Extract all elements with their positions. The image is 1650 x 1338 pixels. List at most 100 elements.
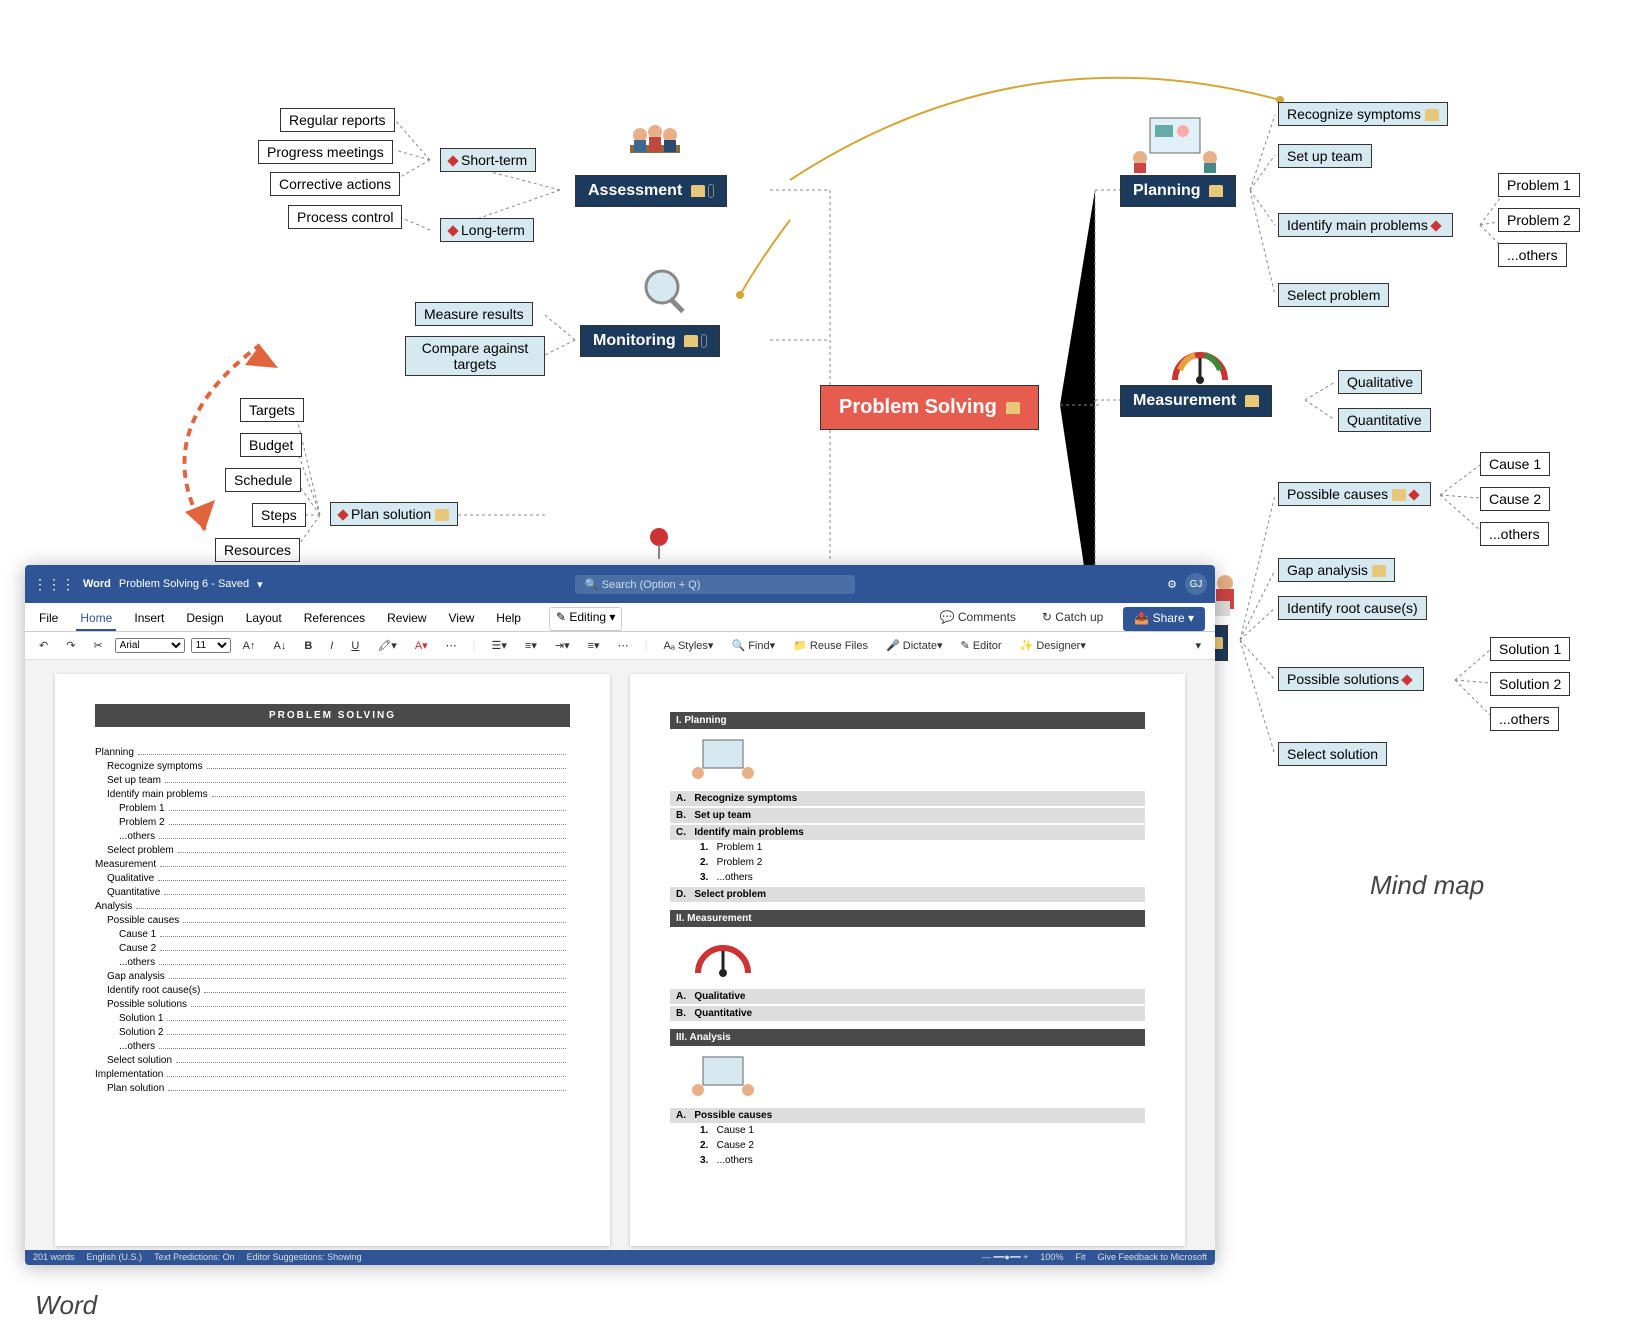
budget-node[interactable]: Budget [240,433,302,457]
increase-font[interactable]: A↑ [237,637,262,655]
more-button[interactable]: ⋯ [440,636,463,655]
solution-others-node[interactable]: ...others [1490,707,1559,731]
select-problem-node[interactable]: Select problem [1278,283,1389,307]
status-bar: 201 words English (U.S.) Text Prediction… [25,1250,1215,1265]
avatar[interactable]: GJ [1185,573,1207,595]
gauge-icon [1165,340,1225,375]
editor-button[interactable]: ✎ Editor [955,636,1008,655]
settings-icon[interactable]: ⚙ [1167,578,1177,591]
page-1: PROBLEM SOLVING PlanningRecognize sympto… [55,674,610,1246]
long-term-node[interactable]: Long-term [440,218,534,242]
problem-others-node[interactable]: ...others [1498,243,1567,267]
paintbrush-button[interactable]: ✂ [87,636,108,655]
underline-button[interactable]: U [345,637,365,655]
cause2-node[interactable]: Cause 2 [1480,487,1550,511]
font-color-button[interactable]: A▾ [409,636,434,655]
solution1-node[interactable]: Solution 1 [1490,637,1570,661]
redo-button[interactable]: ↷ [60,636,81,655]
compare-targets-node[interactable]: Compare against targets [405,336,545,376]
cause-others-node[interactable]: ...others [1480,522,1549,546]
language[interactable]: English (U.S.) [87,1252,143,1263]
comments-button[interactable]: 💬 Comments [934,607,1022,631]
fit-button[interactable]: Fit [1075,1252,1085,1263]
cause1-node[interactable]: Cause 1 [1480,452,1550,476]
designer-button[interactable]: ✨ Designer▾ [1014,636,1092,655]
word-titlebar: ⋮⋮⋮ Word Problem Solving 6 - Saved ▾ 🔍 S… [25,565,1215,603]
find-button[interactable]: 🔍 Find▾ [725,636,781,655]
qualitative-node[interactable]: Qualitative [1338,370,1422,394]
editing-button[interactable]: ✎ Editing ▾ [549,607,622,631]
assessment-node[interactable]: Assessment [575,175,727,207]
bullets-button[interactable]: ☰▾ [486,636,513,655]
tab-design[interactable]: Design [182,607,227,631]
tab-file[interactable]: File [35,607,62,631]
process-control-node[interactable]: Process control [288,205,402,229]
tab-view[interactable]: View [445,607,479,631]
schedule-node[interactable]: Schedule [225,468,301,492]
undo-button[interactable]: ↶ [33,636,54,655]
problem2-node[interactable]: Problem 2 [1498,208,1580,232]
tab-insert[interactable]: Insert [130,607,168,631]
planning-node[interactable]: Planning [1120,175,1236,207]
possible-causes-node[interactable]: Possible causes [1278,482,1431,506]
tab-layout[interactable]: Layout [242,607,286,631]
tab-review[interactable]: Review [383,607,430,631]
plan-solution-node[interactable]: Plan solution [330,502,458,526]
central-node[interactable]: Problem Solving [820,385,1039,430]
font-size-select[interactable]: 11 [191,638,231,653]
magnifier-icon [640,265,680,305]
possible-solutions-node[interactable]: Possible solutions [1278,667,1424,691]
share-button[interactable]: 📤 Share ▾ [1123,607,1205,631]
resources-node[interactable]: Resources [215,538,300,562]
feedback-link[interactable]: Give Feedback to Microsoft [1097,1252,1207,1263]
root-cause-node[interactable]: Identify root cause(s) [1278,596,1427,620]
identify-problems-node[interactable]: Identify main problems [1278,213,1453,237]
measure-results-node[interactable]: Measure results [415,302,533,326]
font-select[interactable]: Arial [115,638,185,653]
word-tabs: File Home Insert Design Layout Reference… [25,603,1215,632]
targets-node[interactable]: Targets [240,398,304,422]
pin-icon [645,525,673,565]
indent-button[interactable]: ⇥▾ [549,636,576,655]
text-predictions[interactable]: Text Predictions: On [154,1252,235,1263]
reuse-files-button[interactable]: 📁 Reuse Files [787,636,874,655]
search-input[interactable]: 🔍 Search (Option + Q) [575,575,855,594]
select-solution-node[interactable]: Select solution [1278,742,1387,766]
monitoring-node[interactable]: Monitoring [580,325,720,357]
measurement-node[interactable]: Measurement [1120,385,1272,417]
bold-button[interactable]: B [298,637,318,655]
zoom-level[interactable]: 100% [1040,1252,1063,1263]
folder-icon [1245,395,1259,407]
ribbon-collapse[interactable]: ▾ [1189,636,1207,655]
steps-node[interactable]: Steps [252,503,306,527]
problem1-node[interactable]: Problem 1 [1498,173,1580,197]
progress-meetings-node[interactable]: Progress meetings [258,140,393,164]
folder-icon [684,335,698,347]
numbering-button[interactable]: ≡▾ [519,636,543,655]
tab-home[interactable]: Home [76,607,116,631]
highlight-button[interactable]: 🖍▾ [371,636,403,655]
corrective-actions-node[interactable]: Corrective actions [270,172,400,196]
recognize-symptoms-node[interactable]: Recognize symptoms [1278,102,1448,126]
catchup-button[interactable]: ↻ Catch up [1036,607,1109,631]
doc-dropdown-icon[interactable]: ▾ [257,578,263,591]
short-term-node[interactable]: Short-term [440,148,536,172]
decrease-font[interactable]: A↓ [268,637,293,655]
tab-help[interactable]: Help [492,607,525,631]
italic-button[interactable]: I [324,637,339,655]
gap-analysis-node[interactable]: Gap analysis [1278,558,1395,582]
quantitative-node[interactable]: Quantitative [1338,408,1431,432]
align-button[interactable]: ≡▾ [582,636,606,655]
word-count[interactable]: 201 words [33,1252,75,1263]
setup-team-node[interactable]: Set up team [1278,144,1372,168]
more2-button[interactable]: ⋯ [612,636,635,655]
doc-title: PROBLEM SOLVING [95,704,570,727]
app-menu-icon[interactable]: ⋮⋮⋮ [33,576,75,593]
page-2: I. PlanningA. Recognize symptomsB. Set u… [630,674,1185,1246]
styles-button[interactable]: Aₐ Styles▾ [657,636,719,655]
editor-suggestions[interactable]: Editor Suggestions: Showing [247,1252,362,1263]
tab-references[interactable]: References [300,607,369,631]
dictate-button[interactable]: 🎤 Dictate▾ [880,636,949,655]
solution2-node[interactable]: Solution 2 [1490,672,1570,696]
regular-reports-node[interactable]: Regular reports [280,108,395,132]
